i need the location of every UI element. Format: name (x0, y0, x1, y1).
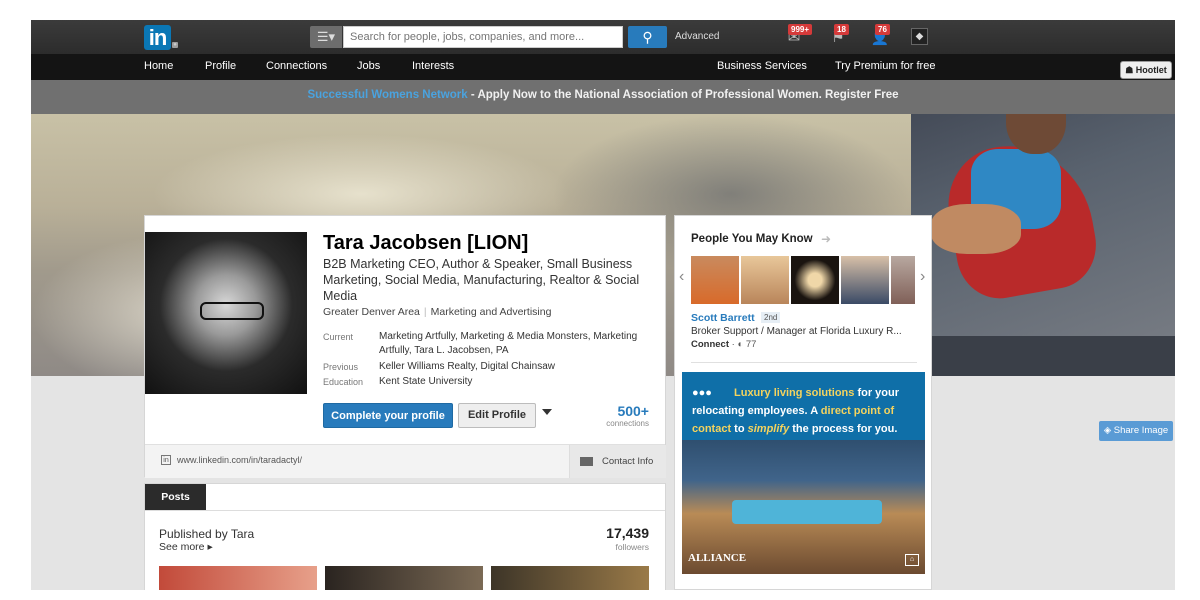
previous-value[interactable]: Keller Williams Realty, Digital Chainsaw (379, 360, 659, 374)
arrow-right-icon[interactable]: ➜ (821, 232, 831, 246)
chevron-right-icon[interactable]: › (920, 268, 925, 286)
nav-business-services[interactable]: Business Services (717, 60, 807, 72)
shared-connections-count: 77 (745, 339, 757, 350)
search-icon: ⚲ (642, 29, 653, 45)
linkedin-logo[interactable]: in (144, 25, 171, 50)
education-label: Education (323, 377, 364, 387)
pymk-title[interactable]: People You May Know (691, 233, 813, 245)
published-by: Published by Tara (159, 527, 255, 541)
chevron-left-icon[interactable]: ‹ (679, 268, 684, 286)
contact-info-label: Contact Info (602, 456, 654, 467)
nav-try-premium[interactable]: Try Premium for free (835, 60, 935, 72)
followers-label: followers (615, 542, 649, 552)
notifications-badge: 18 (834, 24, 849, 35)
complete-profile-button[interactable]: Complete your profile (323, 403, 453, 428)
suggested-person-name[interactable]: Scott Barrett (691, 312, 755, 324)
people-you-may-know: People You May Know ➜ ‹ › Scott Barrett … (674, 215, 932, 590)
ad-dots-icon: ●●● (692, 387, 712, 399)
suggested-person-photo[interactable] (791, 256, 839, 304)
post-thumbnail[interactable] (325, 566, 483, 590)
home-icon: ⌂ (905, 554, 919, 566)
suggested-person-title: Broker Support / Manager at Florida Luxu… (691, 326, 902, 337)
nav-home[interactable]: Home (144, 60, 173, 72)
profile-footer: in www.linkedin.com/in/taradactyl/ Conta… (145, 444, 666, 478)
profile-name: Tara Jacobsen [LION] (323, 232, 529, 254)
connect-link[interactable]: Connect (691, 339, 729, 350)
tab-posts[interactable]: Posts (145, 484, 206, 510)
ad-copy: ●●● Luxury living solutions for your relo… (692, 384, 920, 438)
profile-headline: B2B Marketing CEO, Author & Speaker, Sma… (323, 257, 640, 303)
search-category-menu-icon[interactable]: ☰▾ (310, 26, 342, 48)
ad-brand-logo: ALLIANCE (688, 552, 747, 564)
suggested-person-photo[interactable] (891, 256, 915, 304)
profile-photo[interactable] (145, 232, 307, 394)
advertisement[interactable]: ●●● Luxury living solutions for your relo… (682, 372, 925, 574)
suggested-person-photo[interactable] (691, 256, 739, 304)
messages-badge: 999+ (788, 24, 813, 35)
edit-profile-button[interactable]: Edit Profile (458, 403, 536, 428)
nav-interests[interactable]: Interests (412, 60, 454, 72)
previous-label: Previous (323, 362, 359, 372)
education-value[interactable]: Kent State University (379, 375, 659, 389)
account-avatar[interactable]: ◆ (911, 28, 928, 45)
followers-count: 17,439 (606, 525, 649, 541)
suggested-person-photo[interactable] (741, 256, 789, 304)
ad-image: ALLIANCE ⌂ (682, 440, 925, 574)
connection-degree-badge: 2nd (761, 312, 781, 323)
post-thumbnail[interactable] (491, 566, 649, 590)
suggested-person-photo[interactable] (841, 256, 889, 304)
connections-label: connections (606, 419, 649, 428)
logo-dot-icon: ● (172, 42, 178, 48)
profile-location[interactable]: Greater Denver Area (323, 306, 420, 318)
announcement-highlight[interactable]: Successful Womens Network (307, 89, 467, 101)
announcement-text: - Apply Now to the National Association … (467, 89, 899, 101)
contact-info-button[interactable]: Contact Info (569, 445, 666, 478)
search-button[interactable]: ⚲ (628, 26, 667, 48)
shared-connections-icon: ◐ (737, 339, 744, 350)
profile-industry[interactable]: Marketing and Advertising (431, 306, 552, 318)
connect-row: Connect · ◐ 77 (691, 339, 757, 350)
current-value[interactable]: Marketing Artfully, Marketing & Media Mo… (379, 330, 659, 358)
top-bar: in ● ☰▾ ⚲ Advanced ✉ 999+ ⚑ 18 👤 76 ◆ (31, 20, 1175, 54)
share-image-button[interactable]: ◈ Share Image (1099, 421, 1173, 441)
nav-profile[interactable]: Profile (205, 60, 236, 72)
owl-icon: ☗ (1125, 65, 1134, 75)
nav-jobs[interactable]: Jobs (357, 60, 380, 72)
current-label: Current (323, 332, 354, 342)
layers-icon: ◈ (1103, 425, 1112, 436)
main-nav: Home Profile Connections Jobs Interests … (31, 54, 1175, 80)
see-more-link[interactable]: See more ▸ (159, 541, 213, 553)
search-input[interactable] (343, 26, 623, 48)
public-profile-url[interactable]: www.linkedin.com/in/taradactyl/ (177, 455, 302, 465)
nav-connections[interactable]: Connections (266, 60, 327, 72)
post-thumbnail[interactable] (159, 566, 317, 590)
advanced-search-link[interactable]: Advanced (675, 31, 719, 42)
profile-location-row: Greater Denver Area | Marketing and Advert… (323, 306, 552, 318)
announcement-banner[interactable]: Successful Womens Network - Apply Now to… (31, 80, 1175, 114)
hootlet-button[interactable]: ☗ Hootlet (1120, 61, 1172, 79)
add-connections-badge: 76 (875, 24, 890, 35)
chevron-down-icon[interactable] (542, 409, 552, 415)
browser-viewport: in ● ☰▾ ⚲ Advanced ✉ 999+ ⚑ 18 👤 76 ◆ Ho… (31, 20, 1175, 590)
posts-section: Posts Published by Tara See more ▸ 17,43… (144, 483, 666, 590)
linkedin-icon: in (161, 455, 171, 465)
connections-count[interactable]: 500+ (617, 403, 649, 419)
profile-card: Tara Jacobsen [LION] B2B Marketing CEO, … (144, 215, 666, 478)
contact-card-icon (580, 457, 593, 466)
